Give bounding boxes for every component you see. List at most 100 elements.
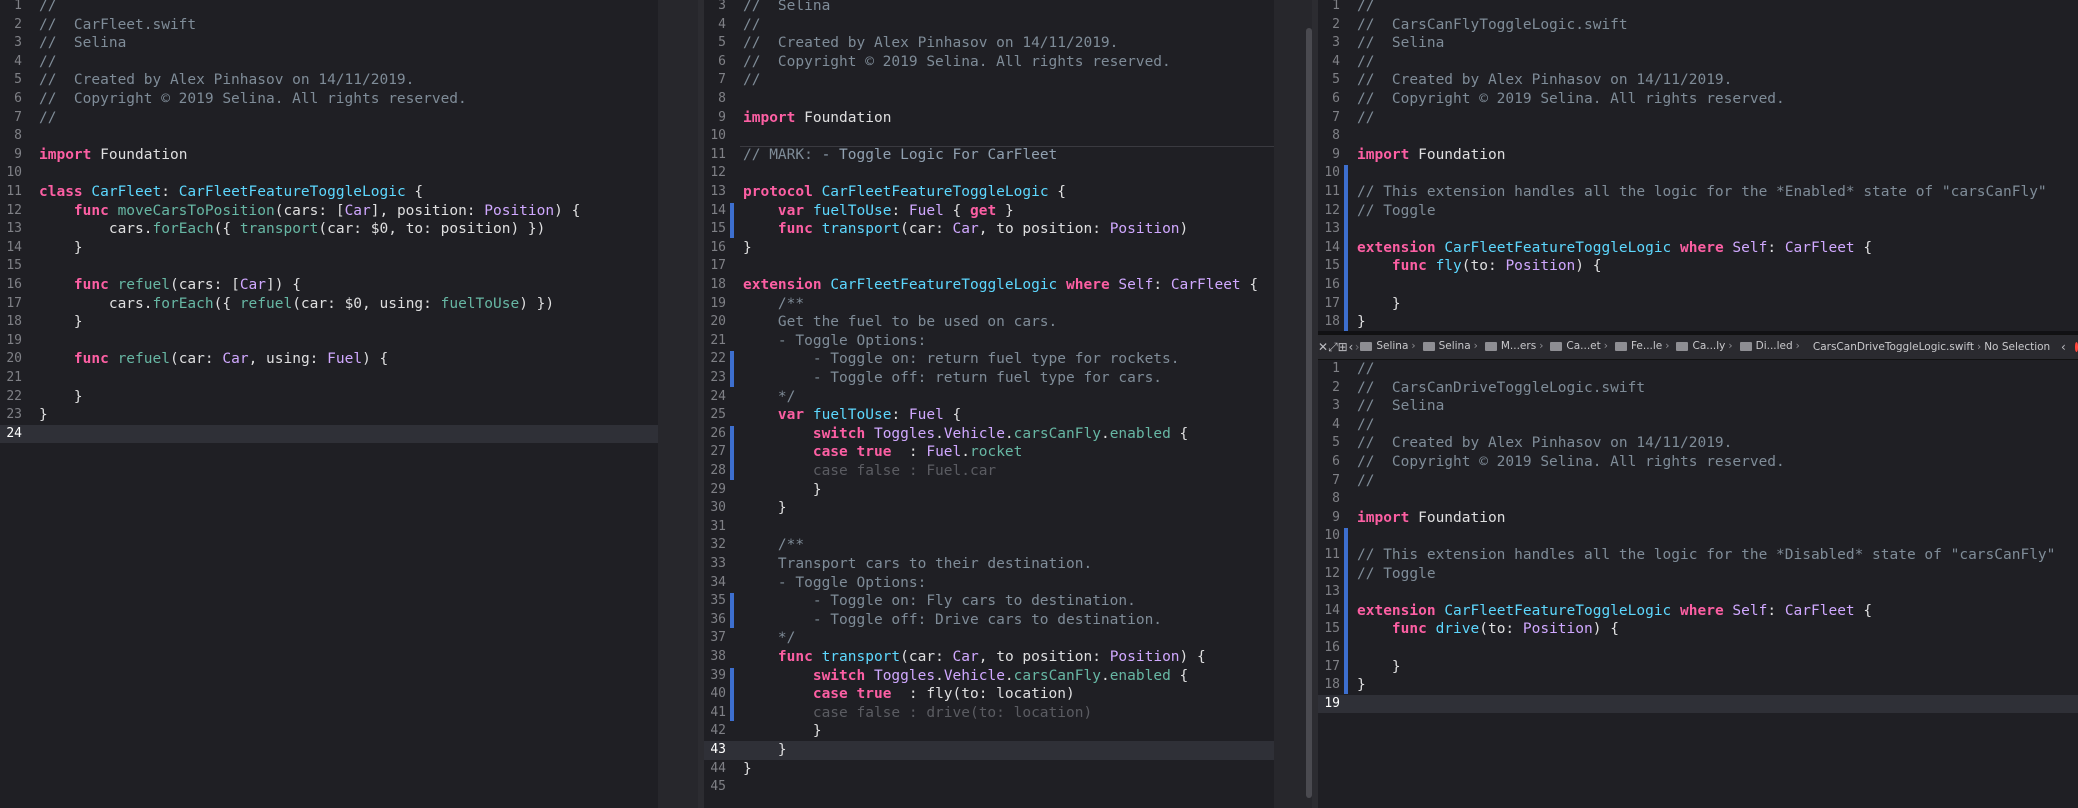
code-text[interactable]: // Selina	[1357, 397, 2078, 416]
code-text[interactable]: }	[743, 741, 1274, 760]
code-text[interactable]: //	[1357, 416, 2078, 435]
code-line[interactable]: 10	[1318, 527, 2078, 546]
breadcrumb-item[interactable]: Ca...et ›	[1550, 340, 1611, 352]
code-line[interactable]: 22 - Toggle on: return fuel type for roc…	[704, 350, 1274, 369]
code-line[interactable]: 6 // Copyright © 2019 Selina. All rights …	[704, 53, 1274, 72]
code-text[interactable]: // Selina	[39, 34, 658, 53]
editor-pane-carfleet[interactable]: 1 // 2 // CarFleet.swift 3 // Selina 4 // 5 // Cr…	[0, 0, 658, 808]
breadcrumb-item[interactable]: Selina ›	[1360, 340, 1418, 352]
code-line[interactable]: 40 case true : fly(to: location)	[704, 685, 1274, 704]
code-line[interactable]: 1 //	[0, 0, 658, 16]
code-text[interactable]: class CarFleet: CarFleetFeatureToggleLog…	[39, 183, 658, 202]
code-line[interactable]: 27 case true : Fuel.rocket	[704, 443, 1274, 462]
code-text[interactable]: switch Toggles.Vehicle.carsCanFly.enable…	[743, 425, 1274, 444]
code-line[interactable]: 1 //	[1318, 0, 2078, 16]
code-line[interactable]: 14 var fuelToUse: Fuel { get }	[704, 202, 1274, 221]
code-text[interactable]: */	[743, 629, 1274, 648]
code-text[interactable]: protocol CarFleetFeatureToggleLogic {	[743, 183, 1274, 202]
code-line[interactable]: 34 - Toggle Options:	[704, 574, 1274, 593]
code-text[interactable]: //	[743, 16, 1274, 35]
breadcrumb-item[interactable]: Ca...ly ›	[1676, 340, 1735, 352]
code-line[interactable]: 18 extension CarFleetFeatureToggleLogic w…	[704, 276, 1274, 295]
grid-icon[interactable]: ⊞	[1338, 340, 1348, 354]
code-text[interactable]: }	[743, 760, 1274, 779]
code-line[interactable]: 10	[704, 127, 1274, 146]
code-line[interactable]: 28 case false : Fuel.car	[704, 462, 1274, 481]
code-line[interactable]: 12 // Toggle	[1318, 565, 2078, 584]
code-line[interactable]: 17	[704, 257, 1274, 276]
code-text[interactable]: }	[39, 406, 658, 425]
code-text[interactable]: // Copyright © 2019 Selina. All rights r…	[39, 90, 658, 109]
code-line[interactable]: 6 // Copyright © 2019 Selina. All rights …	[1318, 453, 2078, 472]
code-line[interactable]: 17 }	[1318, 295, 2078, 314]
code-line[interactable]: 39 switch Toggles.Vehicle.carsCanFly.ena…	[704, 667, 1274, 686]
code-line[interactable]: 11 // This extension handles all the logi…	[1318, 183, 2078, 202]
code-line[interactable]: 37 */	[704, 629, 1274, 648]
source-control-change-bar[interactable]	[730, 667, 734, 722]
code-text[interactable]: }	[743, 499, 1274, 518]
code-line[interactable]: 8	[1318, 490, 2078, 509]
code-text[interactable]: cars.forEach({ transport(car: $0, to: po…	[39, 220, 658, 239]
code-line[interactable]: 12	[704, 164, 1274, 183]
code-text[interactable]: }	[39, 388, 658, 407]
code-text[interactable]: //	[1357, 53, 2078, 72]
minimap-scrollbar[interactable]	[1274, 0, 1312, 808]
code-line[interactable]: 15 func transport(car: Car, to position:…	[704, 220, 1274, 239]
code-text[interactable]: case false : drive(to: location)	[743, 704, 1274, 723]
code-line[interactable]: 5 // Created by Alex Pinhasov on 14/11/20…	[1318, 434, 2078, 453]
code-text[interactable]: // Created by Alex Pinhasov on 14/11/201…	[1357, 71, 2078, 90]
code-text[interactable]: // Created by Alex Pinhasov on 14/11/201…	[743, 34, 1274, 53]
code-text[interactable]: // Toggle	[1357, 202, 2078, 221]
code-line[interactable]: 20 func refuel(car: Car, using: Fuel) {	[0, 350, 658, 369]
code-line[interactable]: 41 case false : drive(to: location)	[704, 704, 1274, 723]
code-line[interactable]: 9 import Foundation	[1318, 509, 2078, 528]
code-line[interactable]: 11 class CarFleet: CarFleetFeatureToggleL…	[0, 183, 658, 202]
code-line[interactable]: 30 }	[704, 499, 1274, 518]
code-line[interactable]: 25 var fuelToUse: Fuel {	[704, 406, 1274, 425]
breadcrumb-item[interactable]: Selina ›	[1422, 340, 1481, 352]
code-text[interactable]: import Foundation	[1357, 509, 2078, 528]
code-line[interactable]: 16	[1318, 639, 2078, 658]
code-line[interactable]: 36 - Toggle off: Drive cars to destinati…	[704, 611, 1274, 630]
code-text[interactable]: - Toggle Options:	[743, 332, 1274, 351]
code-text[interactable]: // Copyright © 2019 Selina. All rights r…	[743, 53, 1274, 72]
code-line[interactable]: 8	[704, 90, 1274, 109]
code-text[interactable]: func moveCarsToPosition(cars: [Car], pos…	[39, 202, 658, 221]
code-line[interactable]: 3 // Selina	[1318, 34, 2078, 53]
code-text[interactable]: }	[743, 239, 1274, 258]
code-line[interactable]: 13	[1318, 220, 2078, 239]
code-line[interactable]: 13 protocol CarFleetFeatureToggleLogic {	[704, 183, 1274, 202]
code-text[interactable]: // This extension handles all the logic …	[1357, 546, 2078, 565]
editor-pane-carscanfly[interactable]: 1 // 2 // CarsCanFlyToggleLogic.swift 3 // Se…	[1318, 0, 2078, 331]
code-line[interactable]: 11 // MARK: - Toggle Logic For CarFleet	[704, 146, 1274, 165]
code-text[interactable]: //	[1357, 472, 2078, 491]
code-line[interactable]: 44}	[704, 760, 1274, 779]
error-badge-icon[interactable]	[2074, 342, 2078, 352]
code-line[interactable]: 29 }	[704, 481, 1274, 500]
code-line[interactable]: 9 import Foundation	[704, 109, 1274, 128]
source-control-change-bar[interactable]	[730, 425, 734, 480]
code-line[interactable]: 5 // Created by Alex Pinhasov on 14/11/20…	[0, 71, 658, 90]
code-line[interactable]: 9 import Foundation	[0, 146, 658, 165]
code-text[interactable]: var fuelToUse: Fuel { get }	[743, 202, 1274, 221]
code-text[interactable]: - Toggle Options:	[743, 574, 1274, 593]
source-control-change-bar[interactable]	[730, 351, 734, 387]
code-text[interactable]: extension CarFleetFeatureToggleLogic whe…	[1357, 239, 2078, 258]
code-text[interactable]: import Foundation	[1357, 146, 2078, 165]
code-text[interactable]: }	[39, 239, 658, 258]
code-line[interactable]: 45	[704, 778, 1274, 797]
code-line[interactable]: 18}	[1318, 676, 2078, 695]
code-line[interactable]: 19	[0, 332, 658, 351]
code-line[interactable]: 10	[1318, 164, 2078, 183]
code-line[interactable]: 24 */	[704, 388, 1274, 407]
code-line[interactable]: 15 func drive(to: Position) {	[1318, 620, 2078, 639]
minimap-scrollbar[interactable]	[658, 0, 698, 808]
code-line[interactable]: 42 }	[704, 722, 1274, 741]
code-line[interactable]: 7 //	[704, 71, 1274, 90]
code-text[interactable]: Transport cars to their destination.	[743, 555, 1274, 574]
code-line[interactable]: 10	[0, 164, 658, 183]
code-line[interactable]: 16 func refuel(cars: [Car]) {	[0, 276, 658, 295]
code-line[interactable]: 19 /**	[704, 295, 1274, 314]
code-text[interactable]: //	[39, 109, 658, 128]
code-text[interactable]: }	[39, 313, 658, 332]
